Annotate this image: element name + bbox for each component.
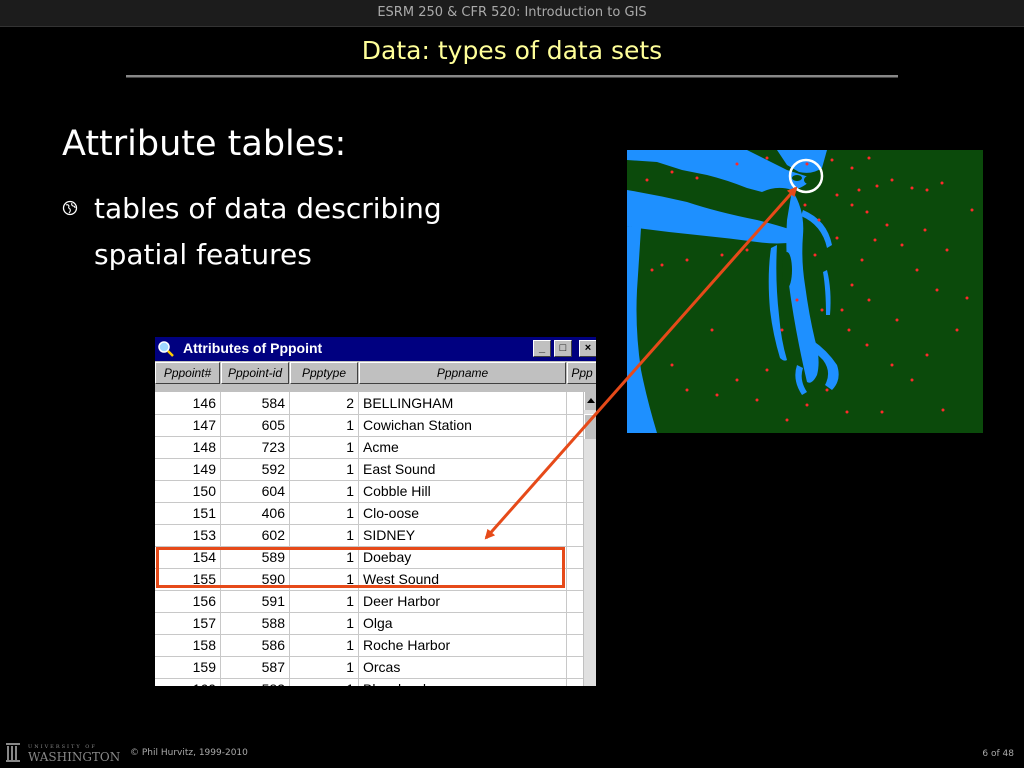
cell: 605 [221,414,290,436]
table-row[interactable]: 157 588 1 Olga [155,612,583,635]
title-divider [126,75,898,78]
cell: 588 [221,612,290,634]
cell: Cobble Hill [359,480,567,502]
copyright-text: © Phil Hurvitz, 1999-2010 [130,748,248,758]
logo-big-text: WASHINGTON [28,750,120,764]
cell: 156 [155,590,221,612]
cell: 723 [221,436,290,458]
table-row[interactable]: 153 602 1 SIDNEY [155,524,583,547]
table-row[interactable]: 151 406 1 Clo-oose [155,502,583,525]
cell: Olga [359,612,567,634]
table-row[interactable]: 148 723 1 Acme [155,436,583,459]
cell: 1 [290,414,359,436]
globe-icon [62,200,78,216]
maximize-button[interactable]: □ [554,340,572,357]
column-header[interactable]: Pppname [359,362,566,384]
bullet-text: tables of data describing spatial featur… [94,192,442,271]
table-row[interactable]: 147 605 1 Cowichan Station [155,414,583,437]
cell: 1 [290,678,359,686]
cell: 592 [221,458,290,480]
table-row[interactable]: 160 583 1 Blanchard [155,678,583,686]
cell: 1 [290,502,359,524]
cell: 1 [290,656,359,678]
cell: 584 [221,392,290,414]
cell: 147 [155,414,221,436]
cell: 586 [221,634,290,656]
attribute-grid: 146 584 2 BELLINGHAM 147 605 1 Cowichan … [155,392,583,686]
window-title: Attributes of Pppoint [183,340,323,356]
table-row[interactable]: 146 584 2 BELLINGHAM [155,392,583,415]
cell: 148 [155,436,221,458]
cell: BELLINGHAM [359,392,567,414]
page-number: 6 of 48 [982,749,1014,759]
close-button[interactable]: × [579,340,596,357]
cell: 587 [221,656,290,678]
course-header: ESRM 250 & CFR 520: Introduction to GIS [0,0,1024,27]
cell: Deer Harbor [359,590,567,612]
cell: 1 [290,612,359,634]
cell: 160 [155,678,221,686]
scroll-up-button[interactable] [584,392,596,410]
cell: 1 [290,480,359,502]
window-titlebar[interactable]: Attributes of Pppoint _ □ × [155,337,596,361]
cell: Acme [359,436,567,458]
cell: 157 [155,612,221,634]
cell: 158 [155,634,221,656]
cell: 1 [290,436,359,458]
cell: 1 [290,590,359,612]
scroll-thumb[interactable] [584,414,596,439]
cell: 151 [155,502,221,524]
cell: 1 [290,634,359,656]
table-row[interactable]: 150 604 1 Cobble Hill [155,480,583,503]
query-magnifier-icon [158,341,174,357]
cell: Clo-oose [359,502,567,524]
column-header[interactable]: Pppoint# [155,362,220,384]
cell: 159 [155,656,221,678]
cell: 604 [221,480,290,502]
slide-title: Data: types of data sets [361,36,663,65]
cell: 2 [290,392,359,414]
up-arrow-icon [587,398,595,403]
cell: 150 [155,480,221,502]
column-headers: Pppoint# Pppoint-id Ppptype Pppname Ppp [155,362,596,384]
cell: 153 [155,524,221,546]
column-header[interactable]: Ppptype [290,362,358,384]
column-header[interactable]: Pppoint-id [221,362,289,384]
cell: SIDNEY [359,524,567,546]
column-header[interactable]: Ppp [567,362,596,384]
cell: 591 [221,590,290,612]
slide-heading: Attribute tables: [62,124,347,164]
vertical-scrollbar[interactable] [584,392,596,686]
cell: 1 [290,458,359,480]
cell: 146 [155,392,221,414]
cell: 406 [221,502,290,524]
cell: East Sound [359,458,567,480]
table-row[interactable]: 156 591 1 Deer Harbor [155,590,583,613]
table-row[interactable]: 149 592 1 East Sound [155,458,583,481]
cell: 583 [221,678,290,686]
table-row[interactable]: 158 586 1 Roche Harbor [155,634,583,657]
highlight-box [156,547,565,588]
cell: 1 [290,524,359,546]
cell: Orcas [359,656,567,678]
cell: 149 [155,458,221,480]
minimize-button[interactable]: _ [533,340,551,357]
table-row[interactable]: 159 587 1 Orcas [155,656,583,679]
cell: Roche Harbor [359,634,567,656]
cell: Cowichan Station [359,414,567,436]
attributes-window: Attributes of Pppoint _ □ × Pppoint# Ppp… [155,337,596,686]
cell: 602 [221,524,290,546]
map-image [627,150,983,433]
university-logo: UNIVERSITY OF WASHINGTON [6,743,120,764]
cell: Blanchard [359,678,567,686]
